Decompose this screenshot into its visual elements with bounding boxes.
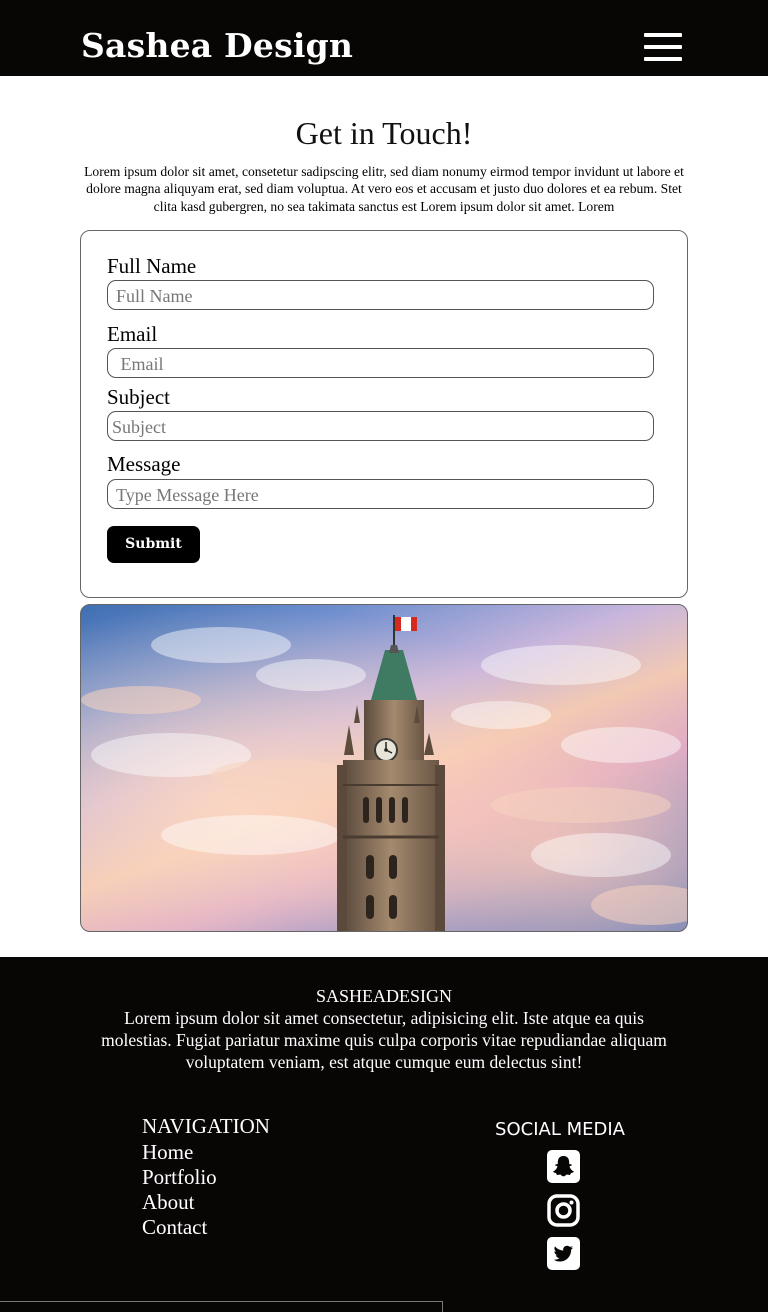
instagram-icon[interactable]	[547, 1194, 580, 1227]
footer-link-home[interactable]: Home	[142, 1139, 193, 1165]
footer-link-contact[interactable]: Contact	[142, 1214, 207, 1240]
peace-tower-photo	[80, 604, 688, 932]
hamburger-menu-icon[interactable]	[644, 30, 684, 64]
footer-nav-title: NAVIGATION	[142, 1114, 270, 1138]
site-brand[interactable]: Sashea Design	[81, 24, 353, 68]
footer-divider	[0, 1301, 443, 1312]
intro-text: Lorem ipsum dolor sit amet, consetetur s…	[84, 164, 684, 214]
fullname-input[interactable]: Full Name	[107, 280, 654, 310]
footer-brand: SASHEADESIGN	[315, 986, 452, 1006]
snapchat-icon[interactable]	[547, 1150, 580, 1183]
contact-form: Full Name Full Name Email Email Subject …	[80, 230, 688, 598]
subject-label: Subject	[107, 385, 170, 409]
twitter-icon[interactable]	[547, 1237, 580, 1270]
subject-input[interactable]: Subject	[107, 411, 654, 441]
message-label: Message	[107, 452, 181, 476]
message-input[interactable]: Type Message Here	[107, 479, 654, 509]
top-navbar: Sashea Design	[0, 0, 768, 76]
email-input[interactable]: Email	[107, 348, 654, 378]
page-title: Get in Touch!	[295, 115, 473, 151]
fullname-label: Full Name	[107, 254, 197, 278]
menu-bar	[644, 45, 682, 49]
footer-about-text: Lorem ipsum dolor sit amet consectetur, …	[101, 1008, 667, 1072]
menu-bar	[644, 33, 682, 37]
menu-bar	[644, 57, 682, 61]
social-media-title: SOCIAL MEDIA	[495, 1119, 625, 1140]
footer-link-about[interactable]: About	[142, 1189, 195, 1215]
submit-button[interactable]: Submit	[107, 526, 200, 563]
tower-illustration	[81, 605, 687, 931]
site-footer: SASHEADESIGN Lorem ipsum dolor sit amet …	[0, 957, 768, 1312]
email-label: Email	[107, 322, 158, 346]
footer-link-portfolio[interactable]: Portfolio	[142, 1164, 217, 1190]
